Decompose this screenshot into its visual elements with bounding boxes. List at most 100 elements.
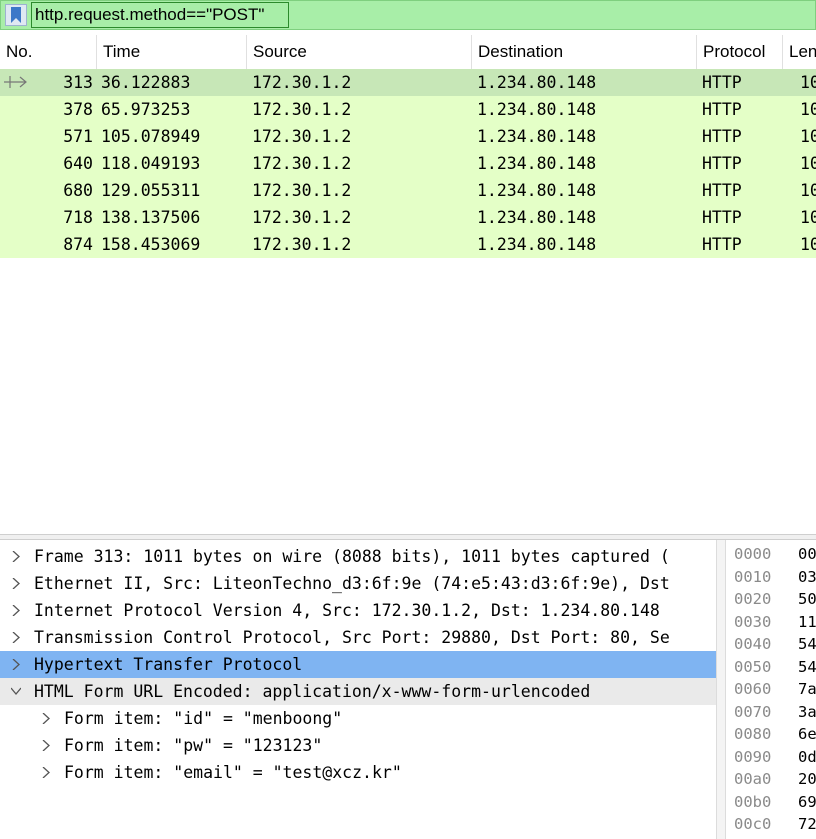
detail-item-label: Hypertext Transfer Protocol [34,655,303,674]
hex-offset: 0020 [734,590,772,608]
detail-item-label: Ethernet II, Src: LiteonTechno_d3:6f:9e … [34,574,670,593]
packet-time: 105.078949 [101,127,201,146]
hex-row[interactable]: 0070 3a [726,701,816,724]
hex-row[interactable]: 0020 50 [726,588,816,611]
packet-source: 172.30.1.2 [252,73,352,92]
packet-number: 313 [63,73,93,92]
hex-row[interactable]: 00b0 69 [726,791,816,814]
column-header-time[interactable]: Time [97,35,247,69]
packet-list-header: No. Time Source Destination Protocol Len [0,35,816,70]
detail-tree-item[interactable]: Hypertext Transfer Protocol [0,651,716,678]
hex-offset: 0040 [734,635,772,653]
packet-number: 640 [63,154,93,173]
hex-row[interactable]: 0090 0d [726,746,816,769]
detail-tree-item[interactable]: Transmission Control Protocol, Src Port:… [0,624,716,651]
packet-length: 10 [800,154,816,173]
detail-item-label: Form item: "pw" = "123123" [64,736,323,755]
packet-row[interactable]: 378 65.973253 172.30.1.2 1.234.80.148 HTTP 10 [0,96,816,123]
packet-length: 10 [800,208,816,227]
detail-subtree-item[interactable]: Form item: "pw" = "123123" [0,732,716,759]
hex-offset: 0070 [734,702,772,721]
hex-row[interactable]: 0000 00 [726,543,816,566]
column-header-source[interactable]: Source [247,35,472,69]
column-header-protocol[interactable]: Protocol [697,35,783,69]
packet-destination: 1.234.80.148 [477,73,597,92]
hex-row[interactable]: 0030 11 [726,611,816,634]
chevron-right-icon[interactable] [8,570,24,597]
detail-subtree-item[interactable]: Form item: "id" = "menboong" [0,705,716,732]
packet-source: 172.30.1.2 [252,154,352,173]
hex-bytes: 0d [798,747,816,766]
detail-subtree-item[interactable]: Form item: "email" = "test@xcz.kr" [0,759,716,786]
packet-source: 172.30.1.2 [252,235,352,254]
detail-tree-item[interactable]: Internet Protocol Version 4, Src: 172.30… [0,597,716,624]
hex-row[interactable]: 0040 54 [726,633,816,656]
hex-row[interactable]: 0060 7a [726,678,816,701]
packet-row[interactable]: 640 118.049193 172.30.1.2 1.234.80.148 HTTP 1… [0,150,816,177]
packet-number: 680 [63,181,93,200]
hex-bytes: 03 [798,567,816,586]
detail-item-label: Internet Protocol Version 4, Src: 172.30… [34,601,660,620]
hex-offset: 0010 [734,567,772,586]
hex-row[interactable]: 00a0 20 [726,768,816,791]
chevron-right-icon[interactable] [38,705,54,732]
column-header-length[interactable]: Len [783,35,816,69]
hex-offset: 00a0 [734,770,772,788]
packet-number: 718 [63,208,93,227]
hex-row[interactable]: 0080 6e [726,723,816,746]
packet-row[interactable]: 718 138.137506 172.30.1.2 1.234.80.148 HTTP 1… [0,204,816,231]
display-filter-input[interactable] [31,3,811,27]
chevron-right-icon[interactable] [38,732,54,759]
packet-row[interactable]: 571 105.078949 172.30.1.2 1.234.80.148 HTTP 1… [0,123,816,150]
packet-protocol: HTTP [702,154,742,173]
chevron-right-icon[interactable] [8,624,24,651]
packet-number: 571 [63,127,93,146]
packet-row[interactable]: 313 36.122883 172.30.1.2 1.234.80.148 HTTP 10 [0,69,816,96]
hex-offset: 0050 [734,657,772,676]
chevron-right-icon[interactable] [38,759,54,786]
detail-item-label: HTML Form URL Encoded: application/x-www… [34,682,591,701]
chevron-right-icon[interactable] [8,543,24,570]
packet-time: 118.049193 [101,154,201,173]
filter-bookmark-button[interactable] [5,4,27,26]
hex-offset: 0090 [734,747,772,766]
packet-time: 36.122883 [101,73,191,92]
packet-protocol: HTTP [702,73,742,92]
hex-offset: 00c0 [734,815,772,833]
packet-bytes-pane: 0000 00 0010 03 0020 50 0030 11 0040 54 0050 54 0060… [726,540,816,839]
chevron-right-icon[interactable] [8,651,24,678]
hex-offset: 0000 [734,545,772,563]
detail-tree-item[interactable]: HTML Form URL Encoded: application/x-www… [0,678,716,705]
detail-item-label: Form item: "id" = "menboong" [64,709,343,728]
hex-row[interactable]: 0050 54 [726,656,816,679]
packet-source: 172.30.1.2 [252,181,352,200]
details-scrollbar[interactable] [716,540,726,839]
detail-item-label: Form item: "email" = "test@xcz.kr" [64,763,402,782]
hex-offset: 0080 [734,725,772,743]
packet-destination: 1.234.80.148 [477,208,597,227]
packet-source: 172.30.1.2 [252,100,352,119]
hex-bytes: 54 [798,635,816,653]
packet-row[interactable]: 680 129.055311 172.30.1.2 1.234.80.148 HTTP 1… [0,177,816,204]
display-filter-bar [0,0,816,30]
hex-bytes: 50 [798,590,816,608]
chevron-down-icon[interactable] [8,678,24,705]
detail-tree-item[interactable]: Ethernet II, Src: LiteonTechno_d3:6f:9e … [0,570,716,597]
packet-protocol: HTTP [702,235,742,254]
hex-bytes: 11 [798,612,816,631]
hex-row[interactable]: 0010 03 [726,566,816,589]
chevron-right-icon[interactable] [8,597,24,624]
detail-tree-item[interactable]: Frame 313: 1011 bytes on wire (8088 bits… [0,543,716,570]
hex-row[interactable]: 00c0 72 [726,813,816,836]
hex-bytes: 7a [798,680,816,698]
packet-row[interactable]: 874 158.453069 172.30.1.2 1.234.80.148 HTTP 1… [0,231,816,258]
packet-destination: 1.234.80.148 [477,100,597,119]
packet-length: 10 [800,235,816,254]
column-header-no[interactable]: No. [0,35,97,69]
packet-protocol: HTTP [702,181,742,200]
hex-bytes: 54 [798,657,816,676]
column-header-destination[interactable]: Destination [472,35,697,69]
packet-details-tree: Frame 313: 1011 bytes on wire (8088 bits… [0,540,716,839]
hex-bytes: 3a [798,702,816,721]
packet-list: 313 36.122883 172.30.1.2 1.234.80.148 HTTP 10… [0,69,816,258]
